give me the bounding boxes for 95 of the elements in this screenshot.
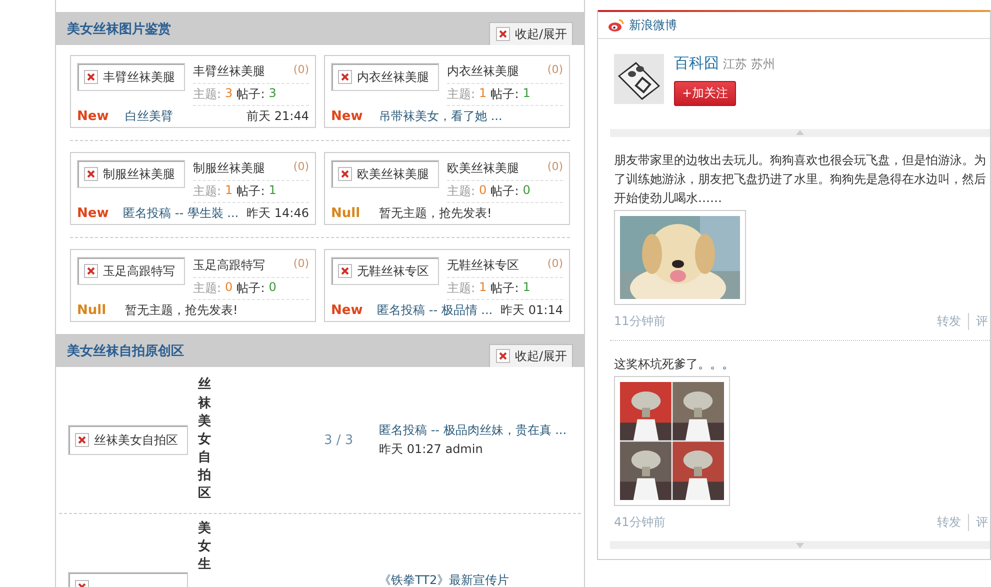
- scroll-down-icon[interactable]: [796, 543, 804, 548]
- image-alt-text: 丝袜美女自拍区: [94, 432, 178, 448]
- panel-title: 新浪微博: [629, 16, 677, 34]
- topics-label: 主题:: [193, 183, 222, 200]
- today-count: (0): [547, 160, 563, 175]
- topic-post-counts: 3 / 3: [324, 432, 354, 448]
- follow-button[interactable]: +加关注: [674, 81, 736, 106]
- empty-board-note: 暂无主题，抢先发表!: [125, 302, 238, 319]
- last-post-link[interactable]: 白丝美臂: [125, 108, 173, 125]
- board-name: 美女生: [198, 520, 211, 574]
- image-alt-text: 丰臂丝袜美腿: [103, 68, 175, 86]
- post-text: 朋友带家里的边牧出去玩儿。狗狗喜欢也很会玩飞盘，但是怕游泳。为了训练她游泳，朋友把飞盘扔进了水里。狗狗先是急得在水边叫，然后开始使劲儿喝水……: [614, 152, 987, 207]
- board-name-link[interactable]: 玉足高跟特写: [193, 257, 265, 274]
- board-status: New: [77, 206, 110, 221]
- board-status: New: [77, 109, 110, 124]
- posts-count: 1: [522, 280, 530, 296]
- posts-label: 帖子:: [490, 280, 519, 297]
- image-alt-text: 玉足高跟特写: [103, 262, 175, 280]
- board-name-link[interactable]: 制服丝袜美腿: [193, 160, 265, 177]
- board-image[interactable]: 丰臂丝袜美腿: [77, 63, 185, 91]
- broken-image-icon: [338, 167, 352, 181]
- board-name-link[interactable]: 无鞋丝袜专区: [447, 257, 519, 274]
- post-text: 这奖杯坑死爹了。。。: [614, 356, 735, 373]
- topics-label: 主题:: [193, 86, 222, 103]
- posts-count: 3: [268, 86, 276, 102]
- weibo-logo-icon: [608, 18, 624, 32]
- broken-image-icon: [496, 27, 510, 41]
- board-name: 丝袜美女自拍区: [198, 376, 211, 504]
- collapse-toggle-button[interactable]: 收起/展开: [488, 22, 573, 45]
- posts-count: 0: [522, 183, 530, 199]
- user-name-link[interactable]: 百科囧: [674, 54, 719, 72]
- posts-count: 0: [268, 280, 276, 296]
- posts-label: 帖子:: [236, 280, 265, 297]
- board-image[interactable]: 玉足高跟特写: [77, 257, 185, 285]
- today-count: (0): [293, 63, 309, 78]
- today-count: (0): [293, 257, 309, 272]
- broken-image-icon: [338, 264, 352, 278]
- posts-count: 1: [268, 183, 276, 199]
- last-post-link[interactable]: 匿名投稿 -- 极品肉丝妹，贵在真 ...: [379, 422, 567, 439]
- posts-label: 帖子:: [236, 86, 265, 103]
- last-post-info: 昨天 01:27 admin: [379, 441, 484, 458]
- board-status: Null: [331, 206, 362, 221]
- board-status: Null: [77, 303, 108, 318]
- post-time: 41分钟前: [614, 514, 666, 531]
- section-title: 美女丝袜图片鉴赏: [67, 20, 171, 38]
- topics-label: 主题:: [447, 183, 476, 200]
- last-post-time: 昨天 01:14: [500, 302, 563, 319]
- broken-image-icon: [338, 70, 352, 84]
- board-name-link[interactable]: 内衣丝袜美腿: [447, 63, 519, 80]
- posts-label: 帖子:: [490, 183, 519, 200]
- image-alt-text: 内衣丝袜美腿: [357, 68, 429, 86]
- board-image[interactable]: 内衣丝袜美腿: [331, 63, 439, 91]
- today-count: (0): [293, 160, 309, 175]
- board-image[interactable]: 欧美丝袜美腿: [331, 160, 439, 188]
- image-alt-text: 无鞋丝袜专区: [357, 262, 429, 280]
- section-title: 美女丝袜自拍原创区: [67, 342, 184, 360]
- broken-image-icon: [496, 349, 510, 363]
- posts-label: 帖子:: [490, 86, 519, 103]
- board-status: New: [331, 303, 364, 318]
- topics-count: 1: [479, 86, 487, 102]
- topics-label: 主题:: [193, 280, 222, 297]
- scroll-up-icon[interactable]: [796, 130, 804, 135]
- today-count: (0): [547, 63, 563, 78]
- posts-label: 帖子:: [236, 183, 265, 200]
- last-post-link[interactable]: 《铁拳TT2》最新宣传片: [379, 572, 510, 587]
- posts-count: 1: [522, 86, 530, 102]
- image-alt-text: 制服丝袜美腿: [103, 166, 175, 182]
- topics-label: 主题:: [447, 280, 476, 297]
- empty-board-note: 暂无主题，抢先发表!: [379, 205, 492, 222]
- last-post-link[interactable]: 匿名投稿 -- 學生裝 ...: [123, 205, 239, 222]
- topics-count: 1: [479, 280, 487, 296]
- topics-count: 1: [225, 183, 233, 199]
- last-post-link[interactable]: 吊带袜美女，看了她 ...: [379, 108, 502, 125]
- image-alt-text: 欧美丝袜美腿: [357, 166, 429, 182]
- broken-image-icon: [84, 264, 98, 278]
- user-location: 江苏 苏州: [723, 57, 775, 71]
- last-post-time: 前天 21:44: [246, 108, 309, 125]
- board-name-link[interactable]: 欧美丝袜美腿: [447, 160, 519, 177]
- board-image[interactable]: 丝袜美女自拍区: [68, 425, 188, 455]
- topics-count: 0: [225, 280, 233, 296]
- post-time: 11分钟前: [614, 313, 666, 330]
- last-post-link[interactable]: 匿名投稿 -- 极品情 ...: [377, 302, 493, 319]
- today-count: (0): [547, 257, 563, 272]
- board-name-link[interactable]: 丰臂丝袜美腿: [193, 63, 265, 80]
- broken-image-icon: [84, 70, 98, 84]
- topics-label: 主题:: [447, 86, 476, 103]
- last-post-time: 昨天 14:46: [246, 205, 309, 222]
- topics-count: 3: [225, 86, 233, 102]
- board-image[interactable]: 制服丝袜美腿: [77, 160, 185, 188]
- broken-image-icon: [75, 433, 89, 447]
- broken-image-icon: [84, 167, 98, 181]
- board-status: New: [331, 109, 364, 124]
- collapse-toggle-button[interactable]: 收起/展开: [488, 344, 573, 367]
- board-image[interactable]: 无鞋丝袜专区: [331, 257, 439, 285]
- topics-count: 0: [479, 183, 487, 199]
